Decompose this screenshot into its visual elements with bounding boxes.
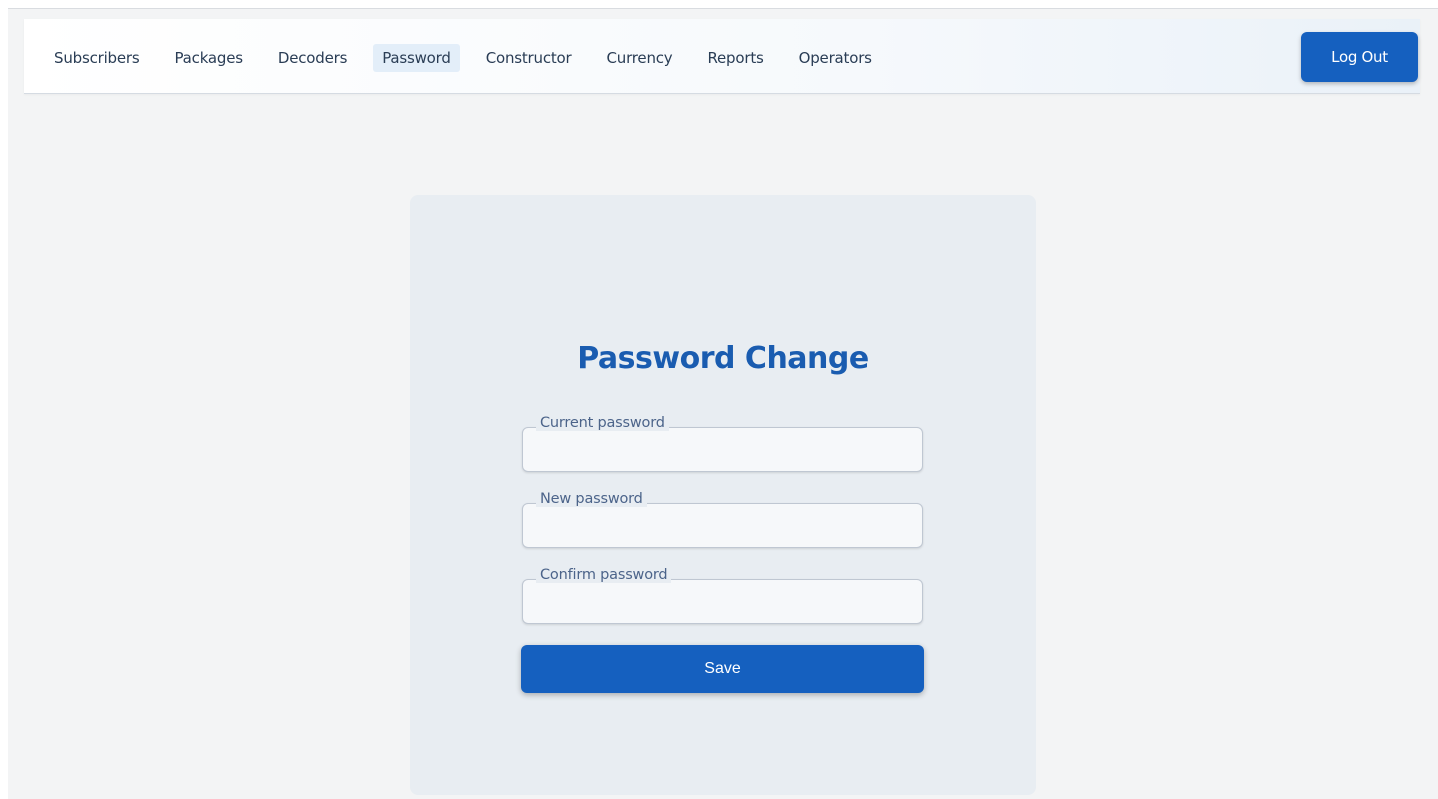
nav-item-decoders[interactable]: Decoders <box>269 44 356 72</box>
confirm-password-field: Confirm password <box>522 567 923 624</box>
confirm-password-input[interactable] <box>534 589 908 615</box>
logout-button[interactable]: Log Out <box>1301 32 1418 82</box>
password-change-card: Password Change Current password New pas… <box>410 195 1036 795</box>
nav-item-password[interactable]: Password <box>373 44 460 72</box>
top-navbar: Subscribers Packages Decoders Password C… <box>24 19 1420 94</box>
page-title: Password Change <box>577 341 869 376</box>
save-button[interactable]: Save <box>521 645 924 693</box>
nav-item-currency[interactable]: Currency <box>598 44 682 72</box>
nav-item-reports[interactable]: Reports <box>698 44 772 72</box>
nav-item-subscribers[interactable]: Subscribers <box>45 44 148 72</box>
nav-item-packages[interactable]: Packages <box>165 44 251 72</box>
current-password-input[interactable] <box>534 437 908 463</box>
nav-item-operators[interactable]: Operators <box>790 44 881 72</box>
nav-menu: Subscribers Packages Decoders Password C… <box>45 44 898 72</box>
app-window: Subscribers Packages Decoders Password C… <box>8 8 1438 799</box>
nav-item-constructor[interactable]: Constructor <box>477 44 581 72</box>
new-password-field: New password <box>522 491 923 548</box>
confirm-password-label: Confirm password <box>536 567 672 583</box>
new-password-label: New password <box>536 491 647 507</box>
current-password-field: Current password <box>522 415 923 472</box>
current-password-label: Current password <box>536 415 669 431</box>
new-password-input[interactable] <box>534 513 908 539</box>
